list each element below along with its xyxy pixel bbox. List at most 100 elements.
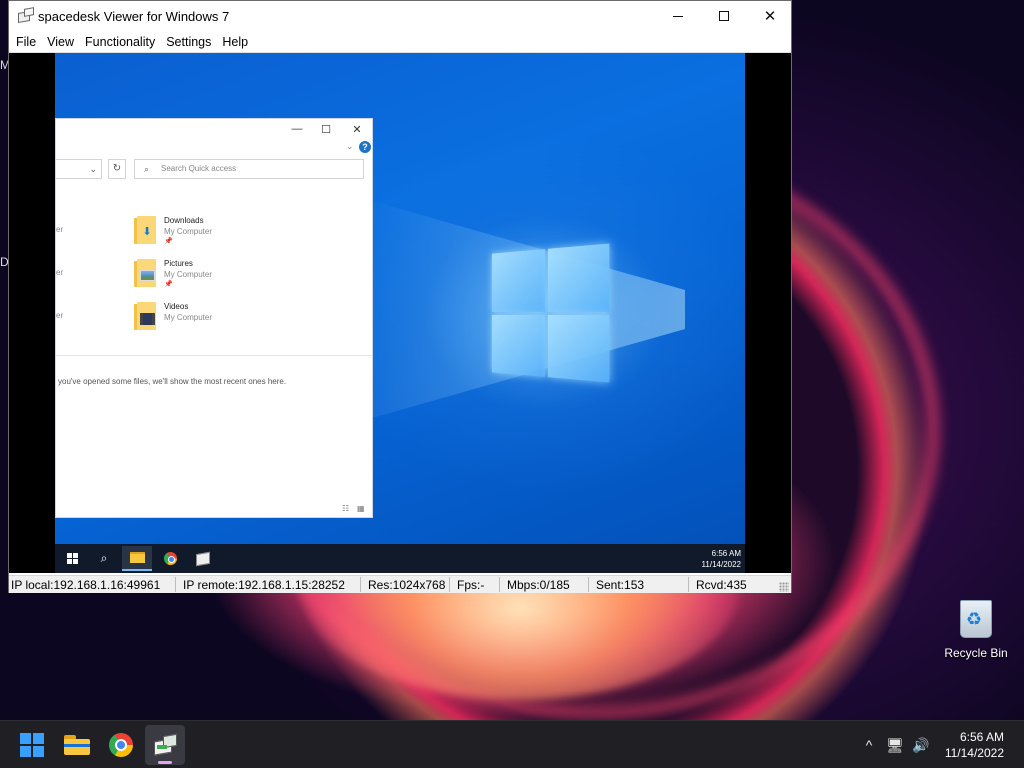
recycle-bin-icon: ♻	[956, 596, 996, 640]
desktop-icon-recycle-bin[interactable]: ♻ Recycle Bin	[940, 596, 1012, 660]
windows-start-icon	[66, 553, 78, 564]
clock-date: 11/14/2022	[944, 746, 1004, 760]
windows-start-icon	[20, 733, 44, 757]
status-separator	[588, 577, 589, 592]
occluded-label-fragment: er	[56, 311, 64, 320]
remote-taskbar-spacedesk[interactable]	[188, 546, 218, 571]
large-icons-view-icon[interactable]: ▦	[357, 504, 365, 513]
status-rcvd: Rcvd:435	[696, 578, 747, 592]
item-name: Videos	[164, 302, 189, 311]
status-separator	[360, 577, 361, 592]
recent-files-message: you've opened some files, we'll show the…	[58, 377, 287, 386]
minimize-button[interactable]	[655, 1, 701, 31]
status-bar: IP local:192.168.1.16:49961 IP remote:19…	[9, 575, 791, 593]
chrome-icon	[163, 552, 177, 565]
taskbar-spacedesk[interactable]	[145, 725, 185, 765]
taskbar-start-button[interactable]	[12, 725, 52, 765]
status-separator	[449, 577, 450, 592]
remote-desktop[interactable]: — ☐ ✕ ⌄ ? ⌄ ↻ ⌕ Search Quick access er e…	[55, 53, 745, 573]
downloads-folder-icon: ⬇	[134, 216, 156, 244]
menu-functionality[interactable]: Functionality	[80, 35, 160, 49]
search-placeholder: Search Quick access	[161, 164, 237, 173]
details-view-icon[interactable]: ☷	[342, 504, 349, 513]
remote-clock[interactable]: 6:56 AM 11/14/2022	[702, 548, 741, 570]
section-divider	[56, 355, 372, 356]
refresh-button[interactable]: ↻	[108, 159, 126, 179]
explorer-maximize-button[interactable]: ☐	[311, 123, 341, 136]
remote-search-button[interactable]: ⌕	[89, 546, 119, 571]
search-icon: ⌕	[144, 164, 150, 174]
title-bar[interactable]: spacedesk Viewer for Windows 7 ✕	[9, 1, 791, 31]
host-taskbar: ^ 🖥 🔊 6:56 AM 11/14/2022	[0, 720, 1024, 768]
remote-file-explorer-window[interactable]: — ☐ ✕ ⌄ ? ⌄ ↻ ⌕ Search Quick access er e…	[55, 118, 373, 518]
pictures-folder-icon	[134, 259, 156, 287]
remote-taskbar-chrome[interactable]	[155, 546, 185, 571]
menu-view[interactable]: View	[42, 35, 79, 49]
menu-bar: File View Functionality Settings Help	[9, 31, 791, 53]
item-name: Pictures	[164, 259, 193, 268]
close-icon: ✕	[763, 8, 777, 25]
network-icon[interactable]: 🖥	[882, 737, 908, 754]
status-sent: Sent:153	[596, 578, 645, 592]
folder-icon	[129, 552, 145, 563]
item-location: My Computer	[164, 313, 213, 322]
occluded-label-fragment: er	[56, 268, 64, 277]
status-separator	[499, 577, 500, 592]
volume-icon[interactable]: 🔊	[908, 737, 934, 754]
address-bar[interactable]: ⌄	[56, 159, 102, 179]
clock[interactable]: 6:56 AM 11/14/2022	[934, 729, 1024, 761]
status-ip-local: IP local:192.168.1.16:49961	[11, 578, 161, 592]
maximize-button[interactable]	[701, 1, 747, 31]
spacedesk-icon	[196, 551, 210, 566]
clock-time: 6:56 AM	[959, 730, 1004, 744]
status-resolution: Res:1024x768	[368, 578, 446, 592]
taskbar-file-explorer[interactable]	[57, 725, 97, 765]
status-separator	[175, 577, 176, 592]
quick-access-item-downloads[interactable]: ⬇ Downloads My Computer 📌	[134, 214, 314, 250]
item-location: My Computer	[164, 227, 213, 236]
chrome-icon	[109, 733, 133, 757]
desktop-icon-label: Recycle Bin	[944, 646, 1008, 660]
remote-taskbar: ⌕ 6:56 AM 11/14/2022	[55, 544, 745, 573]
quick-access-item-videos[interactable]: Videos My Computer	[134, 300, 314, 336]
menu-file[interactable]: File	[11, 35, 41, 49]
maximize-icon	[719, 11, 729, 21]
close-button[interactable]: ✕	[747, 1, 793, 31]
pin-icon: 📌	[164, 238, 173, 245]
menu-settings[interactable]: Settings	[161, 35, 216, 49]
videos-folder-icon	[134, 302, 156, 330]
item-name: Downloads	[164, 216, 204, 225]
windows-logo-wallpaper	[491, 243, 610, 383]
occluded-label-fragment: er	[56, 225, 64, 234]
resize-grip[interactable]	[779, 582, 789, 592]
explorer-minimize-button[interactable]: —	[282, 123, 312, 135]
folder-icon	[64, 735, 90, 755]
show-hidden-icons-chevron[interactable]: ^	[856, 737, 882, 753]
active-indicator	[158, 761, 172, 764]
status-ip-remote: IP remote:192.168.1.15:28252	[183, 578, 345, 592]
pin-icon: 📌	[164, 281, 173, 288]
ribbon-expand-icon[interactable]: ⌄	[346, 141, 354, 152]
item-location: My Computer	[164, 270, 213, 279]
spacedesk-app-icon	[17, 7, 35, 25]
search-icon: ⌕	[100, 551, 108, 565]
remote-start-button[interactable]	[57, 546, 87, 571]
status-mbps: Mbps:0/185	[507, 578, 570, 592]
spacedesk-viewer-window: spacedesk Viewer for Windows 7 ✕ File Vi…	[8, 0, 792, 593]
remote-display-area[interactable]: — ☐ ✕ ⌄ ? ⌄ ↻ ⌕ Search Quick access er e…	[9, 53, 791, 573]
spacedesk-icon	[152, 733, 178, 756]
status-fps: Fps:-	[457, 578, 485, 592]
window-title: spacedesk Viewer for Windows 7	[38, 9, 230, 24]
remote-date: 11/14/2022	[701, 560, 741, 569]
help-icon[interactable]: ?	[359, 141, 371, 153]
menu-help[interactable]: Help	[217, 35, 253, 49]
remote-taskbar-file-explorer[interactable]	[122, 546, 152, 571]
system-tray: ^ 🖥 🔊 6:56 AM 11/14/2022	[856, 721, 1024, 768]
quick-access-item-pictures[interactable]: Pictures My Computer 📌	[134, 257, 314, 293]
minimize-icon	[673, 15, 683, 17]
explorer-close-button[interactable]: ✕	[342, 123, 372, 136]
remote-time: 6:56 AM	[711, 549, 741, 558]
search-input[interactable]: ⌕ Search Quick access	[134, 159, 364, 179]
status-separator	[688, 577, 689, 592]
taskbar-chrome[interactable]	[101, 725, 141, 765]
